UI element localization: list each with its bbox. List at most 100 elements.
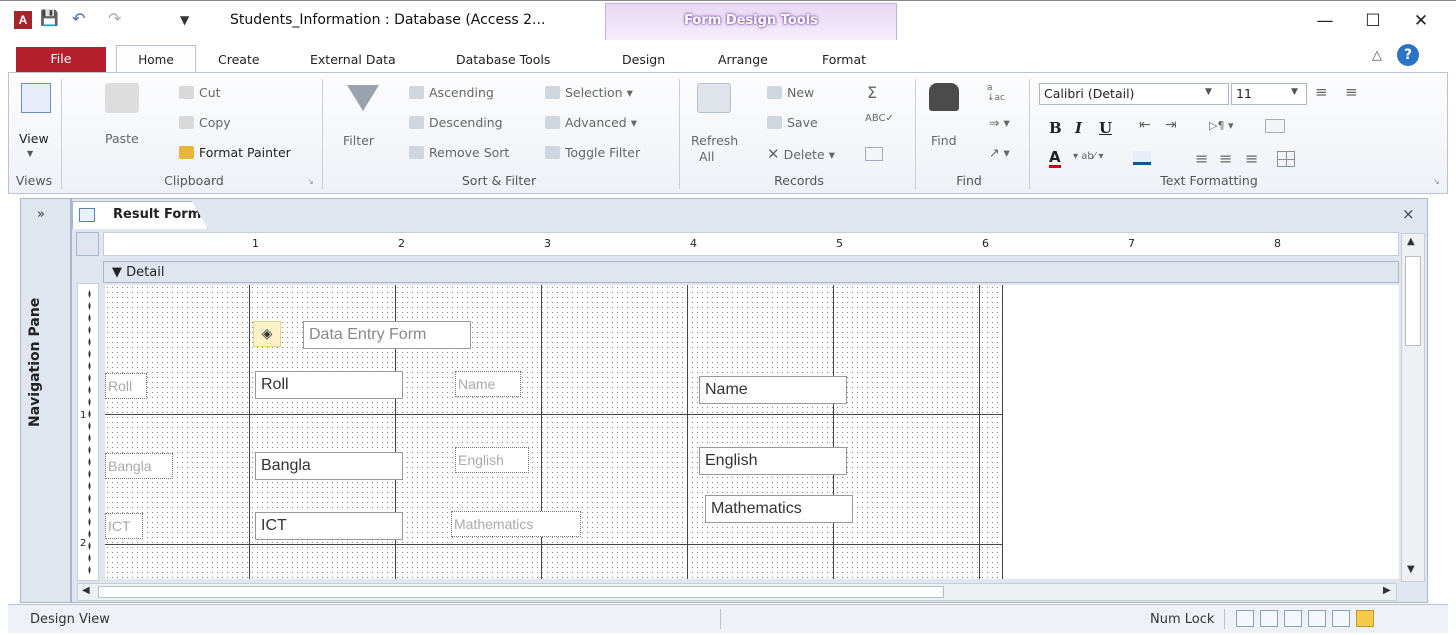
toggle-filter-button[interactable]: Toggle Filter: [545, 145, 640, 160]
font-dropdown-icon[interactable]: ▼: [1205, 87, 1212, 97]
label-roll[interactable]: Roll: [105, 373, 147, 399]
advanced-button[interactable]: Advanced ▾: [545, 115, 637, 130]
alternate-row-color-icon[interactable]: [1265, 119, 1285, 133]
horizontal-scroll-thumb[interactable]: [98, 586, 944, 598]
tab-arrange[interactable]: Arrange: [718, 52, 768, 67]
tab-file[interactable]: File: [16, 47, 106, 72]
spelling-icon[interactable]: ABC✓: [865, 113, 894, 124]
cut-button[interactable]: Cut: [179, 85, 221, 100]
form-view-icon[interactable]: [1236, 610, 1254, 627]
tab-create[interactable]: Create: [218, 52, 260, 67]
italic-icon[interactable]: I: [1075, 119, 1082, 137]
increase-indent-icon[interactable]: ⇥: [1165, 117, 1177, 133]
bullets-icon[interactable]: ≡: [1315, 83, 1328, 101]
bold-icon[interactable]: B: [1049, 119, 1062, 137]
underline-icon[interactable]: U: [1099, 119, 1112, 137]
font-name-select[interactable]: Calibri (Detail): [1039, 83, 1229, 105]
textbox-name[interactable]: Name: [699, 376, 847, 404]
document-tab-result-form[interactable]: Result Form: [72, 201, 208, 229]
scroll-down-icon[interactable]: ▼: [1407, 564, 1415, 575]
format-painter-button[interactable]: Format Painter: [179, 145, 291, 160]
paste-button[interactable]: Paste: [105, 131, 139, 146]
textbox-bangla[interactable]: Bangla: [255, 452, 403, 480]
font-size-dropdown-icon[interactable]: ▼: [1291, 87, 1298, 97]
align-center-icon[interactable]: ≡: [1219, 149, 1232, 168]
label-name[interactable]: Name: [455, 371, 521, 397]
maximize-button[interactable]: ☐: [1350, 7, 1396, 35]
decrease-indent-icon[interactable]: ⇤: [1139, 117, 1151, 133]
view-button[interactable]: View: [19, 131, 49, 146]
copy-button[interactable]: Copy: [179, 115, 231, 130]
align-right-icon[interactable]: ≡: [1245, 149, 1258, 168]
detail-section-bar[interactable]: ▼ Detail: [103, 261, 1399, 283]
selection-button[interactable]: Selection ▾: [545, 85, 633, 100]
tab-format[interactable]: Format: [822, 52, 866, 67]
textbox-ict[interactable]: ICT: [255, 512, 403, 540]
refresh-all-button[interactable]: Refresh: [691, 133, 738, 148]
tab-design[interactable]: Design: [622, 52, 665, 67]
font-color-dropdown-icon[interactable]: ▾ ab⁄ ▾: [1073, 151, 1104, 162]
error-indicator-icon[interactable]: ◈: [253, 321, 281, 347]
replace-icon[interactable]: a ↓ac: [987, 83, 1005, 103]
filter-button[interactable]: Filter: [343, 133, 374, 148]
align-left-icon[interactable]: ≡: [1195, 149, 1208, 168]
paste-icon: [105, 83, 139, 113]
scroll-right-icon[interactable]: ▶: [1383, 585, 1391, 596]
font-color-icon[interactable]: A: [1049, 149, 1061, 168]
datasheet-view-icon[interactable]: [1260, 610, 1278, 627]
pivottable-view-icon[interactable]: [1284, 610, 1302, 627]
save-icon[interactable]: 💾: [40, 9, 59, 27]
numbering-icon[interactable]: ≡: [1345, 83, 1358, 101]
form-design-canvas[interactable]: ◈ Data Entry Form Roll Name Bangla Engli…: [105, 285, 1399, 579]
label-bangla[interactable]: Bangla: [105, 453, 173, 479]
scroll-up-icon[interactable]: ▲: [1407, 236, 1415, 247]
tab-database-tools[interactable]: Database Tools: [456, 52, 550, 67]
select-icon[interactable]: ↗ ▾: [989, 145, 1010, 160]
tab-home[interactable]: Home: [116, 45, 196, 73]
scroll-left-icon[interactable]: ◀: [82, 585, 90, 596]
undo-icon[interactable]: ↶: [72, 9, 85, 28]
customize-quick-access-icon[interactable]: ▼: [180, 13, 189, 27]
design-view-icon[interactable]: [1356, 610, 1374, 627]
view-dropdown-icon[interactable]: ▼: [27, 149, 33, 158]
remove-sort-button[interactable]: Remove Sort: [409, 145, 509, 160]
tab-external-data[interactable]: External Data: [310, 52, 396, 67]
new-record-button[interactable]: New: [767, 85, 814, 100]
textbox-roll[interactable]: Roll: [255, 371, 403, 399]
access-app-icon[interactable]: A: [14, 11, 32, 29]
save-record-button[interactable]: Save: [767, 115, 818, 130]
expand-nav-pane-icon[interactable]: »: [37, 207, 45, 222]
text-formatting-launcher-icon[interactable]: ↘: [1433, 177, 1440, 186]
horizontal-scrollbar[interactable]: ◀ ▶: [77, 583, 1397, 601]
help-icon[interactable]: ?: [1397, 44, 1419, 66]
ascending-button[interactable]: Ascending: [409, 85, 494, 100]
pivotchart-view-icon[interactable]: [1308, 610, 1326, 627]
vertical-scrollbar[interactable]: ▲ ▼: [1401, 233, 1425, 582]
descending-button[interactable]: Descending: [409, 115, 503, 130]
close-button[interactable]: ✕: [1398, 7, 1444, 35]
minimize-button[interactable]: —: [1302, 7, 1348, 35]
form-selector[interactable]: [76, 232, 99, 256]
delete-record-button[interactable]: ✕ Delete ▾: [767, 145, 835, 163]
vertical-scroll-thumb[interactable]: [1405, 256, 1421, 346]
background-color-icon[interactable]: [1133, 151, 1151, 165]
redo-icon[interactable]: ↷: [108, 9, 121, 28]
gridlines-icon[interactable]: [1277, 151, 1295, 167]
go-to-icon[interactable]: ⇒ ▾: [989, 115, 1010, 130]
minimize-ribbon-icon[interactable]: △: [1372, 48, 1382, 63]
label-mathematics[interactable]: Mathematics: [451, 511, 581, 537]
save-record-label: Save: [787, 115, 818, 130]
label-english[interactable]: English: [455, 447, 529, 473]
layout-view-icon[interactable]: [1332, 610, 1350, 627]
paragraph-direction-icon[interactable]: ▷¶ ▾: [1209, 119, 1233, 132]
more-records-icon[interactable]: [865, 147, 883, 161]
textbox-mathematics[interactable]: Mathematics: [705, 495, 853, 523]
clipboard-launcher-icon[interactable]: ↘: [307, 177, 314, 186]
label-ict[interactable]: ICT: [105, 513, 143, 539]
navigation-pane[interactable]: » Navigation Pane: [20, 198, 71, 603]
find-button[interactable]: Find: [931, 133, 957, 148]
close-document-icon[interactable]: ×: [1402, 205, 1415, 223]
totals-icon[interactable]: Σ: [867, 83, 877, 102]
textbox-english[interactable]: English: [699, 447, 847, 475]
title-label[interactable]: Data Entry Form: [303, 321, 471, 349]
